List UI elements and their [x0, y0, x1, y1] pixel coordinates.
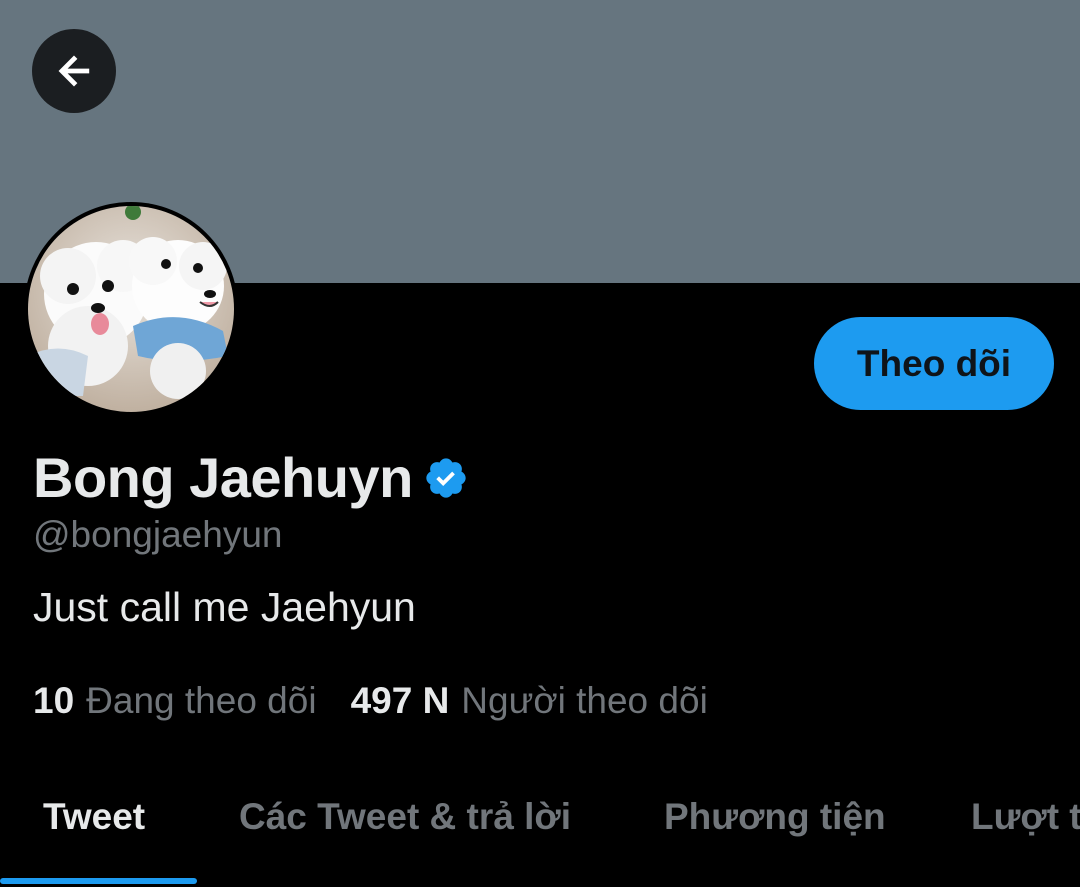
- profile-bio: Just call me Jaehyun: [33, 584, 416, 630]
- active-tab-indicator: [0, 878, 197, 884]
- profile-tabs: Tweet Các Tweet & trả lời Phương tiện Lư…: [0, 768, 1080, 887]
- followers-stat[interactable]: 497 N Người theo dõi: [351, 680, 708, 722]
- arrow-left-icon: [58, 55, 90, 87]
- following-stat[interactable]: 10 Đang theo dõi: [33, 680, 317, 722]
- profile-stats: 10 Đang theo dõi 497 N Người theo dõi: [33, 680, 708, 722]
- profile-page: Theo dõi Bong Jaehuyn @bongjaehyun Just …: [0, 0, 1080, 887]
- name-row: Bong Jaehuyn: [33, 445, 469, 510]
- following-count: 10: [33, 680, 75, 721]
- avatar-image: [28, 206, 234, 412]
- tab-tweet[interactable]: Tweet: [43, 796, 145, 838]
- verified-badge-icon: [426, 457, 466, 498]
- tab-tweets-and-replies[interactable]: Các Tweet & trả lời: [239, 796, 571, 838]
- following-label: Đang theo dõi: [86, 680, 317, 721]
- followers-count: 497 N: [350, 680, 450, 721]
- tab-likes[interactable]: Lượt thích: [971, 796, 1080, 838]
- avatar[interactable]: [24, 202, 238, 416]
- profile-handle: @bongjaehyun: [33, 514, 283, 555]
- back-button[interactable]: [32, 29, 116, 113]
- display-name: Bong Jaehuyn: [33, 446, 413, 509]
- tab-media[interactable]: Phương tiện: [664, 796, 886, 838]
- followers-label: Người theo dõi: [461, 680, 708, 721]
- follow-button[interactable]: Theo dõi: [814, 317, 1054, 410]
